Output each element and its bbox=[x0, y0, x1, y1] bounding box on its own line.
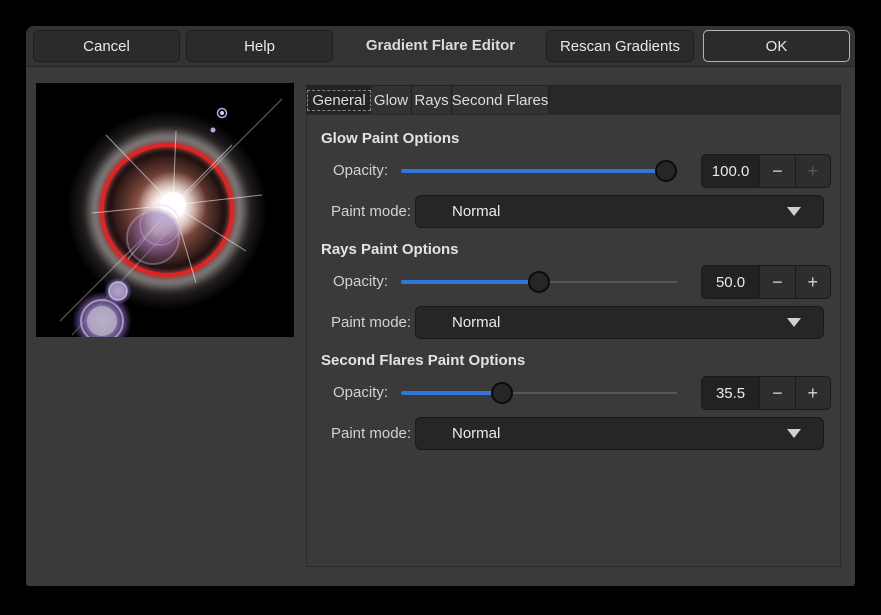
general-tab-panel: Glow Paint Options Opacity: 100.0 − + Pa… bbox=[306, 114, 841, 567]
tab-glow[interactable]: Glow bbox=[371, 86, 412, 115]
dropdown-arrow-icon bbox=[787, 429, 801, 438]
minus-icon[interactable]: − bbox=[759, 266, 794, 298]
glow-opacity-spinbox: 100.0 − + bbox=[701, 154, 831, 188]
help-button[interactable]: Help bbox=[186, 30, 333, 62]
dropdown-value: Normal bbox=[416, 425, 500, 442]
slider-fill bbox=[401, 391, 502, 395]
plus-icon[interactable]: + bbox=[795, 377, 830, 409]
ok-button[interactable]: OK bbox=[703, 30, 850, 62]
slider-fill bbox=[401, 280, 539, 284]
rays-opacity-slider[interactable] bbox=[401, 265, 677, 299]
rays-paint-options-section: Rays Paint Options Opacity: 50.0 − + Pai… bbox=[307, 241, 840, 353]
tab-glow-label: Glow bbox=[369, 90, 413, 111]
rescan-gradients-button-label: Rescan Gradients bbox=[560, 38, 680, 55]
ok-button-label: OK bbox=[766, 38, 788, 55]
slider-fill bbox=[401, 169, 666, 173]
glow-opacity-slider[interactable] bbox=[401, 154, 677, 188]
help-button-label: Help bbox=[244, 38, 275, 55]
opacity-label: Opacity: bbox=[333, 384, 388, 401]
slider-handle[interactable] bbox=[528, 271, 550, 293]
glow-paint-mode-dropdown[interactable]: Normal bbox=[415, 195, 824, 228]
paint-mode-label: Paint mode: bbox=[331, 425, 411, 442]
second-flares-opacity-slider[interactable] bbox=[401, 376, 677, 410]
opacity-label: Opacity: bbox=[333, 273, 388, 290]
second-flares-paint-mode-dropdown[interactable]: Normal bbox=[415, 417, 824, 450]
rescan-gradients-button[interactable]: Rescan Gradients bbox=[546, 30, 694, 62]
tab-general-label: General bbox=[307, 90, 370, 111]
dropdown-arrow-icon bbox=[787, 318, 801, 327]
section-title: Rays Paint Options bbox=[321, 241, 459, 258]
slider-handle[interactable] bbox=[491, 382, 513, 404]
paint-mode-label: Paint mode: bbox=[331, 203, 411, 220]
dropdown-value: Normal bbox=[416, 314, 500, 331]
glow-paint-options-section: Glow Paint Options Opacity: 100.0 − + Pa… bbox=[307, 130, 840, 242]
cancel-button[interactable]: Cancel bbox=[33, 30, 180, 62]
dropdown-arrow-icon bbox=[787, 207, 801, 216]
slider-rest bbox=[502, 392, 677, 394]
gradient-flare-editor-dialog: Cancel Help Gradient Flare Editor Rescan… bbox=[26, 26, 855, 586]
flare-preview bbox=[36, 83, 294, 337]
plus-icon[interactable]: + bbox=[795, 266, 830, 298]
rays-opacity-spinbox: 50.0 − + bbox=[701, 265, 831, 299]
opacity-label: Opacity: bbox=[333, 162, 388, 179]
flare-preview-image bbox=[36, 83, 294, 337]
minus-icon[interactable]: − bbox=[759, 377, 794, 409]
second-flares-opacity-entry[interactable]: 35.5 bbox=[702, 377, 759, 409]
minus-icon[interactable]: − bbox=[759, 155, 794, 187]
second-flares-paint-options-section: Second Flares Paint Options Opacity: 35.… bbox=[307, 352, 840, 464]
tab-second-flares[interactable]: Second Flares bbox=[452, 86, 549, 115]
slider-handle[interactable] bbox=[655, 160, 677, 182]
second-flares-opacity-spinbox: 35.5 − + bbox=[701, 376, 831, 410]
glow-opacity-entry[interactable]: 100.0 bbox=[702, 155, 759, 187]
slider-rest bbox=[539, 281, 677, 283]
dropdown-value: Normal bbox=[416, 203, 500, 220]
rays-paint-mode-dropdown[interactable]: Normal bbox=[415, 306, 824, 339]
rays-opacity-entry[interactable]: 50.0 bbox=[702, 266, 759, 298]
tab-bar: General Glow Rays Second Flares bbox=[306, 85, 841, 114]
cancel-button-label: Cancel bbox=[83, 38, 130, 55]
header-bar: Cancel Help Gradient Flare Editor Rescan… bbox=[26, 26, 855, 67]
section-title: Second Flares Paint Options bbox=[321, 352, 525, 369]
section-title: Glow Paint Options bbox=[321, 130, 459, 147]
tab-second-flares-label: Second Flares bbox=[447, 90, 554, 111]
plus-icon[interactable]: + bbox=[795, 155, 830, 187]
paint-mode-label: Paint mode: bbox=[331, 314, 411, 331]
tab-general[interactable]: General bbox=[308, 86, 371, 115]
